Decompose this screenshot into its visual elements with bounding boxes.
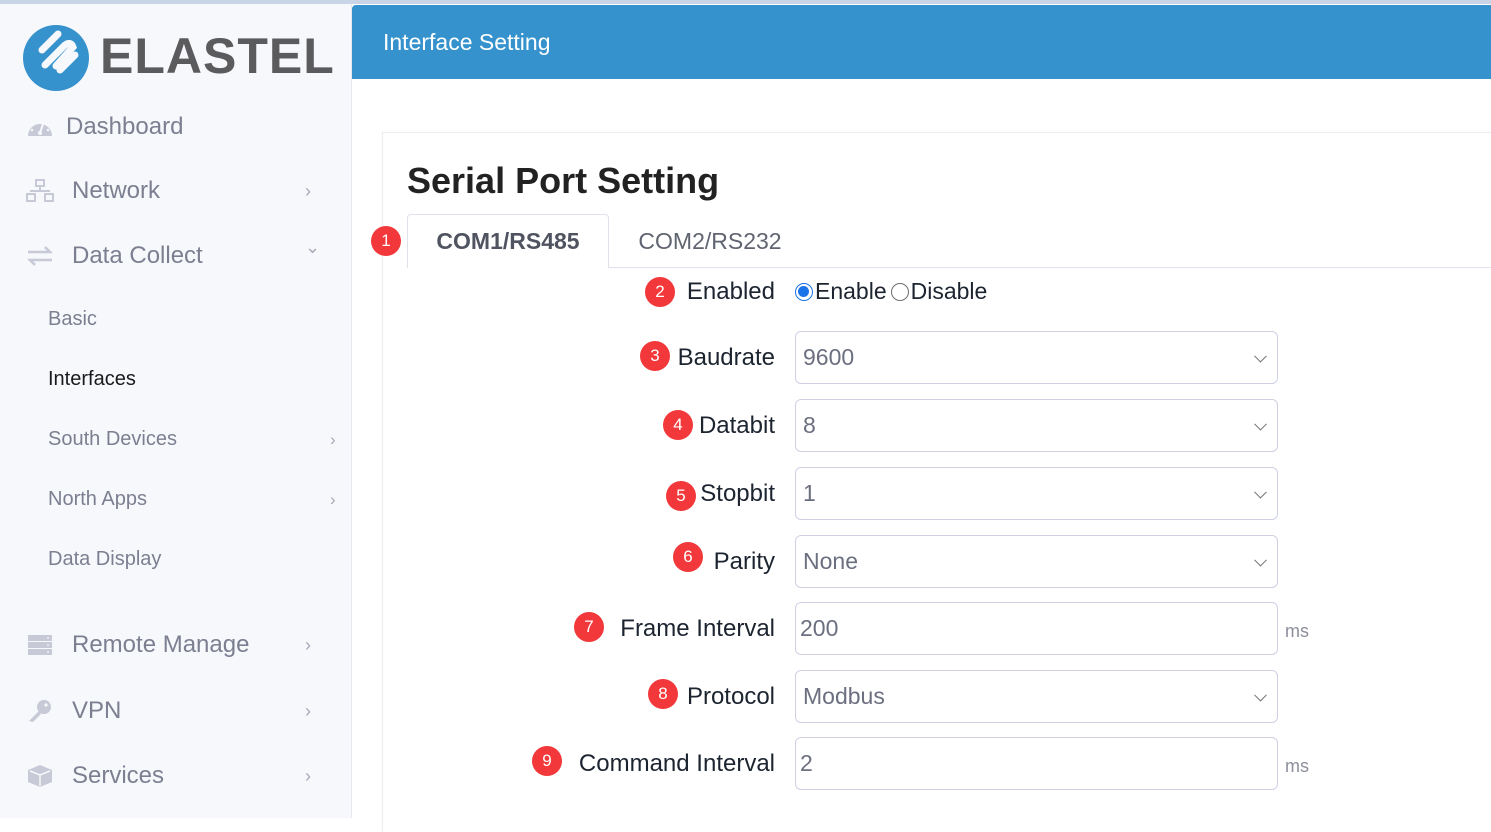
annotation-badge: 6 [673,542,703,572]
chevron-down-icon [1254,688,1267,702]
sidebar-subitem-basic[interactable]: Basic [48,308,97,331]
sidebar-item-network[interactable]: Network › [0,176,352,206]
key-icon [25,699,55,723]
protocol-select[interactable]: Modbus [795,670,1278,723]
sidebar: ELASTEL Dashboard Network › Data Collect… [0,4,352,818]
command-interval-input[interactable]: 2 [795,737,1278,790]
frame-interval-input[interactable]: 200 [795,602,1278,655]
command-interval-unit: ms [1285,756,1309,776]
brand-logo[interactable]: ELASTEL [20,18,335,94]
enabled-label: Enabled [686,278,775,305]
sidebar-item-remote-manage[interactable]: Remote Manage › [0,630,352,660]
annotation-badge: 4 [663,410,693,440]
sidebar-subitem-south-devices[interactable]: South Devices [48,428,177,451]
chevron-down-icon [1254,485,1267,499]
databit-select[interactable]: 8 [795,399,1278,452]
network-icon [25,179,55,203]
cube-icon [25,764,55,788]
input-value: 2 [800,750,813,776]
chevron-down-icon: ⌄ [305,237,321,257]
annotation-badge: 3 [640,341,670,371]
stopbit-label: Stopbit [700,480,775,507]
sidebar-item-label: Dashboard [66,113,184,140]
elastel-logo-icon [23,25,89,91]
databit-label: Databit [698,412,775,439]
chevron-right-icon: › [305,765,311,786]
baudrate-select[interactable]: 9600 [795,331,1278,384]
server-icon [25,633,55,657]
select-value: 9600 [803,344,855,370]
disable-radio-option[interactable]: Disable [890,278,988,305]
page-header: Interface Setting [352,5,1491,79]
frame-interval-label: Frame Interval [620,615,775,642]
tab-label: COM1/RS485 [436,228,580,254]
sidebar-subitem-north-apps[interactable]: North Apps [48,488,147,511]
sidebar-subitem-data-display[interactable]: Data Display [48,548,161,571]
chevron-right-icon: › [330,490,336,509]
tab-label: COM2/RS232 [638,227,782,254]
command-interval-label: Command Interval [578,750,775,777]
stopbit-select[interactable]: 1 [795,467,1278,520]
sidebar-item-label: Network [72,177,161,204]
annotation-badge: 7 [574,612,604,642]
annotation-badge: 5 [666,481,696,511]
select-value: None [803,548,858,574]
sidebar-item-label: Remote Manage [72,631,250,658]
chevron-right-icon: › [305,634,311,655]
brand-name: ELASTEL [100,28,335,84]
dashboard-gauge-icon [25,115,55,139]
annotation-badge: 2 [645,277,675,307]
select-value: Modbus [803,683,885,709]
radio-checked-icon[interactable] [795,282,813,301]
chevron-down-icon [1254,553,1267,567]
enable-radio-option[interactable]: Enable [795,278,887,305]
radio-label: Disable [910,278,988,304]
parity-label: Parity [713,548,775,575]
sidebar-item-vpn[interactable]: VPN › [0,696,352,726]
sidebar-item-dashboard[interactable]: Dashboard [0,112,352,142]
page-title: Serial Port Setting [407,160,720,201]
sidebar-item-label: Services [72,762,165,789]
baudrate-label: Baudrate [677,344,775,371]
sidebar-item-label: VPN [72,697,122,724]
parity-select[interactable]: None [795,535,1278,588]
sidebar-item-data-collect[interactable]: Data Collect ⌄ [0,237,352,271]
tab-com2-rs232[interactable]: COM2/RS232 [610,214,810,268]
enabled-radio-group: Enable Disable [795,278,991,305]
annotation-badge: 8 [648,679,678,709]
input-value: 200 [800,615,839,641]
tab-com1-rs485[interactable]: COM1/RS485 [407,214,609,268]
frame-interval-unit: ms [1285,621,1309,641]
chevron-right-icon: › [305,700,311,721]
annotation-badge: 1 [371,226,401,256]
select-value: 8 [803,412,816,438]
radio-label: Enable [815,278,887,304]
chevron-down-icon [1254,349,1267,363]
chevron-down-icon [1254,417,1267,431]
chevron-right-icon: › [305,180,311,201]
sidebar-item-label: Data Collect [72,242,203,269]
sidebar-item-services[interactable]: Services › [0,761,352,791]
annotation-badge: 9 [532,746,562,776]
radio-unchecked-icon[interactable] [890,282,909,301]
protocol-label: Protocol [686,683,775,710]
page-header-title: Interface Setting [383,29,551,55]
select-value: 1 [803,480,816,506]
sidebar-subitem-interfaces[interactable]: Interfaces [48,368,136,391]
exchange-arrows-icon [25,244,55,268]
chevron-right-icon: › [330,430,336,449]
